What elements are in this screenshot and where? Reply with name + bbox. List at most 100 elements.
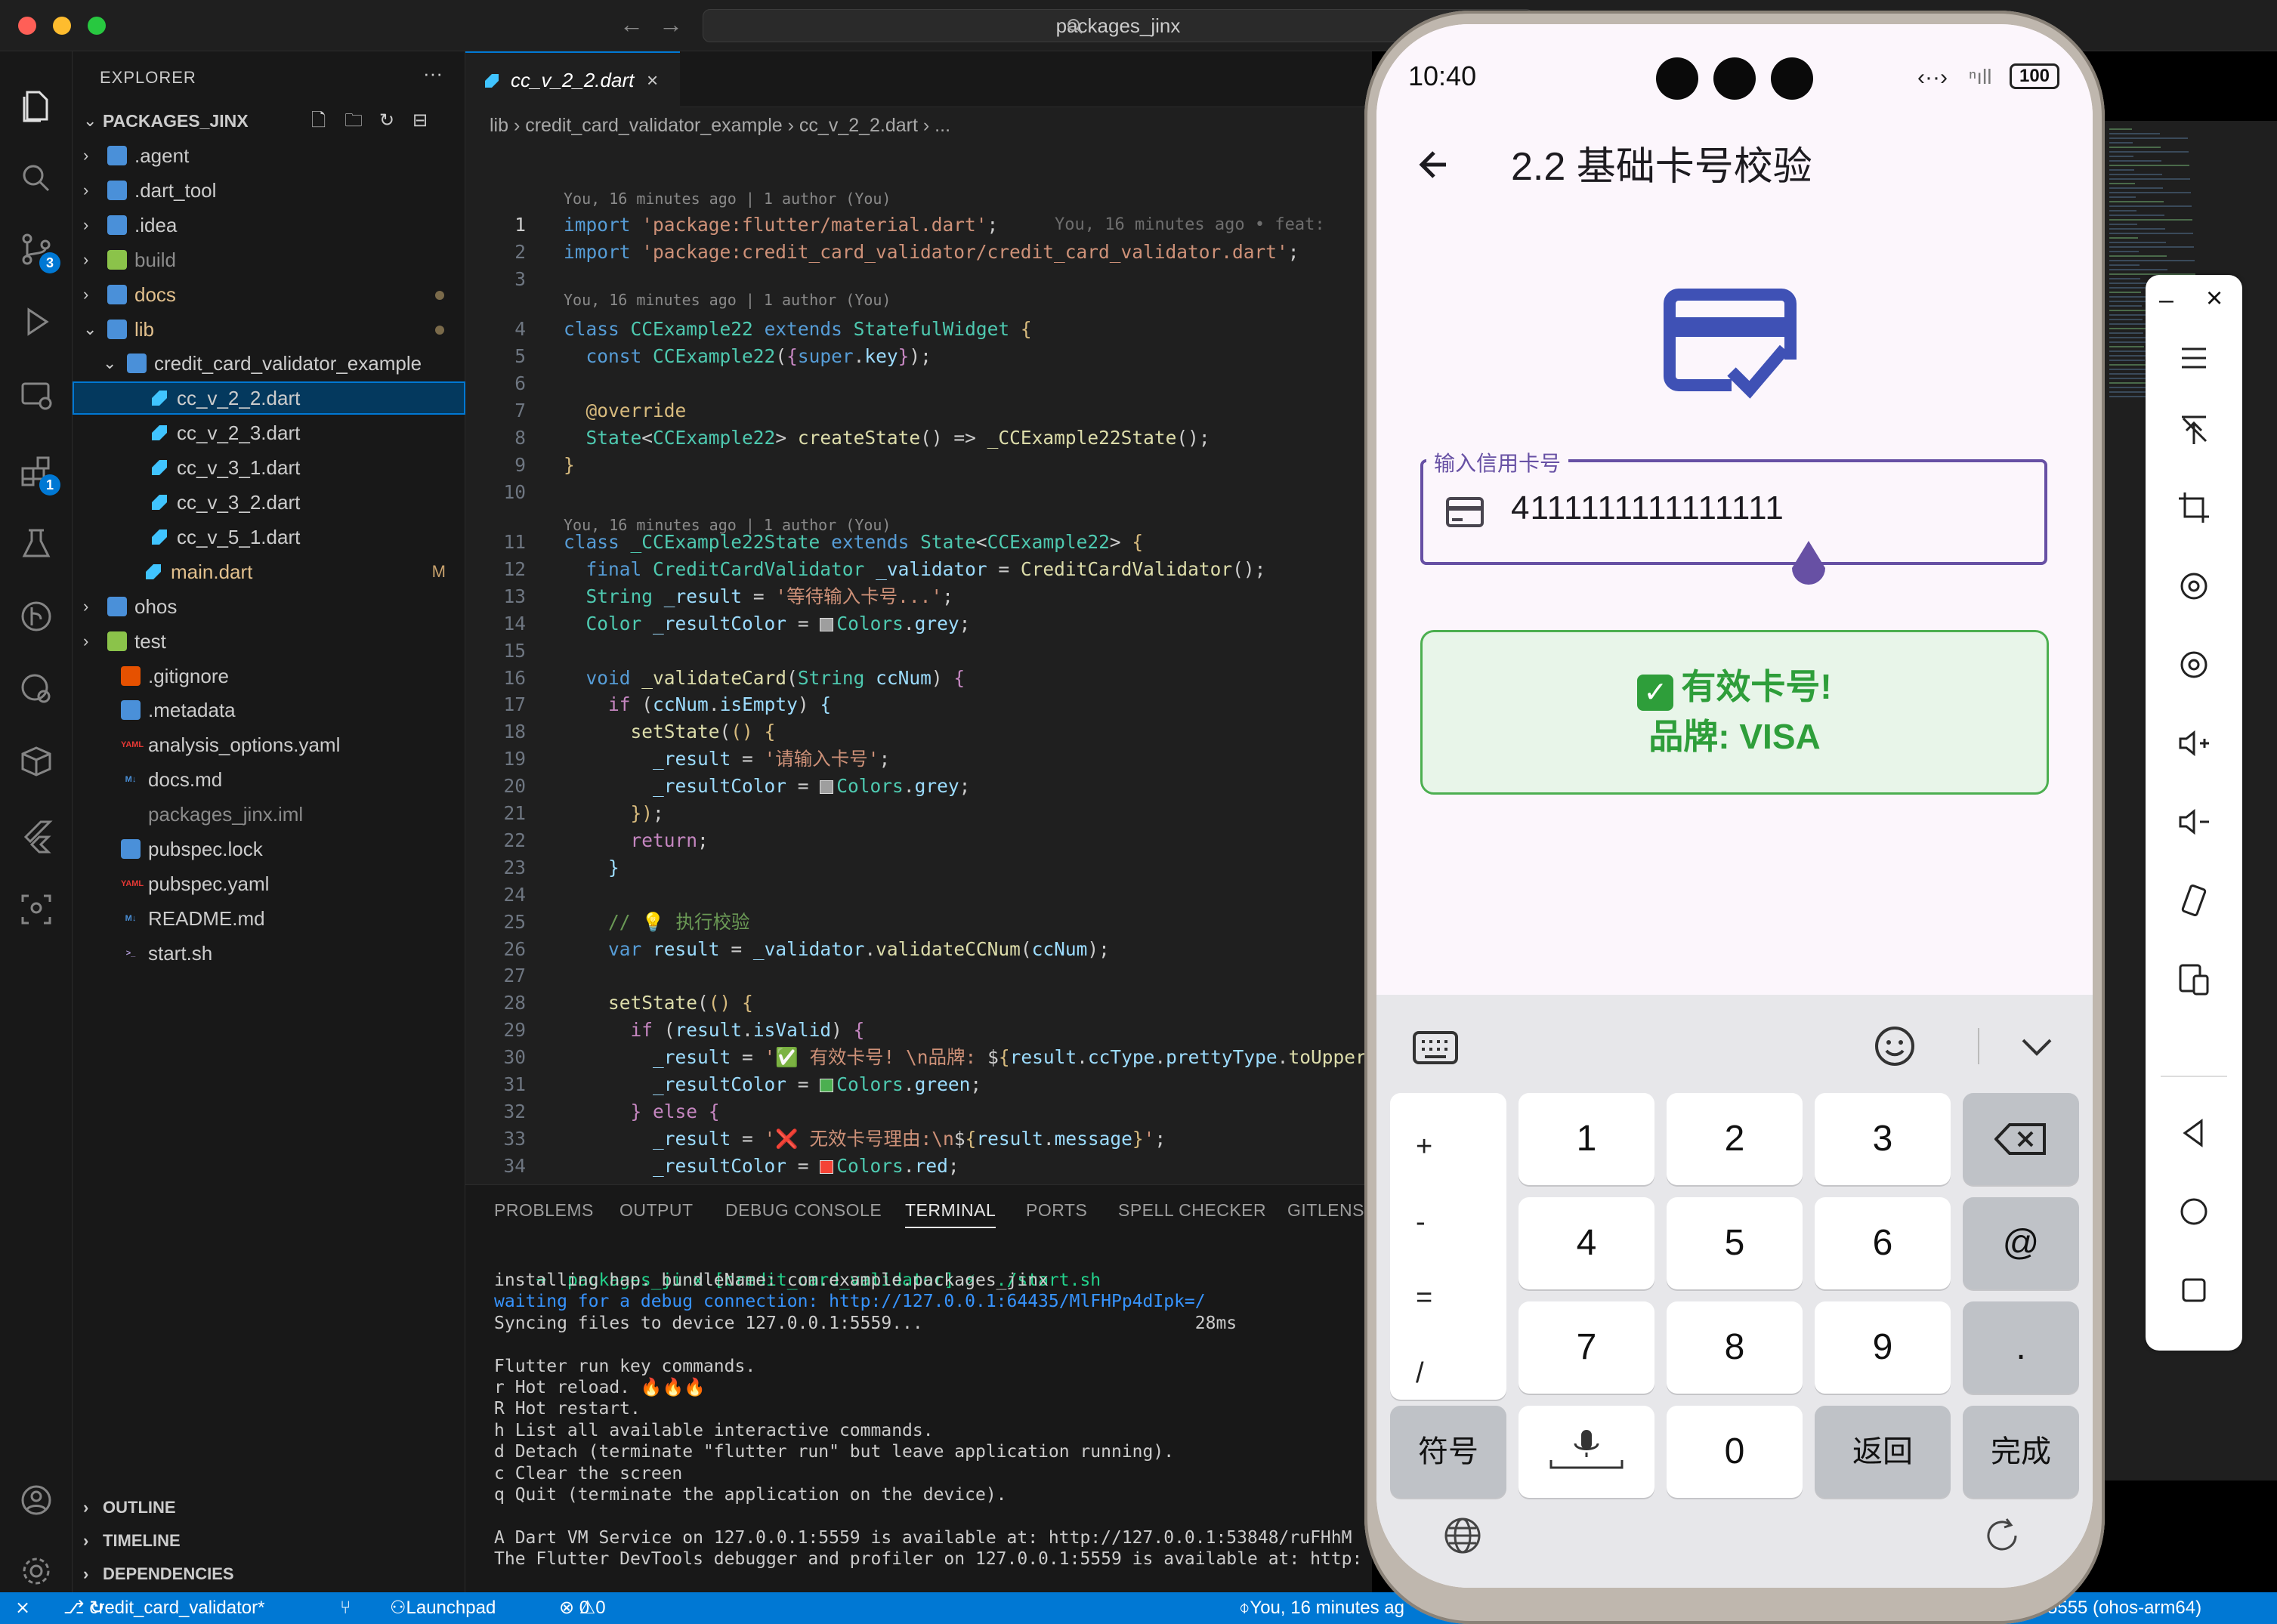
forward-arrow-icon[interactable]: → xyxy=(659,11,683,39)
explorer-icon[interactable] xyxy=(17,86,56,125)
remote-indicator-icon[interactable]: ⨯ xyxy=(15,1592,30,1624)
tree-item--metadata[interactable]: .metadata xyxy=(73,693,465,727)
flutter-icon[interactable] xyxy=(17,816,56,855)
zoom-window-button[interactable] xyxy=(88,17,106,35)
scan-icon[interactable] xyxy=(17,890,56,929)
tree-item-cc-v-3-2-dart[interactable]: cc_v_3_2.dart xyxy=(73,486,465,519)
key-equals[interactable]: = xyxy=(1416,1282,1432,1314)
code-line[interactable]: 12 final CreditCardValidator _validator … xyxy=(465,556,1372,583)
close-window-button[interactable] xyxy=(18,17,36,35)
key-dot[interactable]: . xyxy=(1963,1301,2079,1394)
close-tab-icon[interactable]: × xyxy=(647,53,658,107)
tree-item-test[interactable]: › test xyxy=(73,625,465,658)
tree-item-main-dart[interactable]: main.dart M xyxy=(73,555,465,588)
pin-top-icon[interactable] xyxy=(2173,408,2215,450)
code-line[interactable]: 31 _resultColor = Colors.green; xyxy=(465,1071,1372,1098)
code-line[interactable]: 19 _result = '请输入卡号'; xyxy=(465,746,1372,773)
timeline-section[interactable]: › TIMELINE xyxy=(73,1524,465,1558)
tab-debug-console[interactable]: DEBUG CONSOLE xyxy=(725,1200,882,1221)
blame-status[interactable]: ⌽ You, 16 minutes ag xyxy=(1239,1592,1404,1624)
code-line[interactable]: 23 } xyxy=(465,854,1372,881)
gitlens-icon[interactable] xyxy=(17,669,56,709)
outline-section[interactable]: › OUTLINE xyxy=(73,1491,465,1524)
backspace-key[interactable] xyxy=(1963,1093,2079,1185)
key-2[interactable]: 2 xyxy=(1667,1093,1803,1185)
code-line[interactable]: 26 var result = _validator.validateCCNum… xyxy=(465,936,1372,963)
key-4[interactable]: 4 xyxy=(1519,1197,1654,1289)
code-line[interactable]: 7 @override xyxy=(465,397,1372,425)
new-folder-icon[interactable]: 🗀 xyxy=(344,104,363,137)
code-line[interactable]: 21 }); xyxy=(465,800,1372,827)
back-arrow-icon[interactable] xyxy=(1413,142,1458,187)
git-graph-icon[interactable] xyxy=(17,597,56,636)
code-line[interactable]: 17 if (ccNum.isEmpty) { xyxy=(465,691,1372,718)
source-control-icon[interactable]: 3 xyxy=(17,230,60,273)
tree-item--gitignore[interactable]: .gitignore xyxy=(73,659,465,693)
code-line[interactable]: 15 xyxy=(465,638,1372,665)
rotate-left-icon[interactable] xyxy=(2173,565,2215,607)
tree-item-build[interactable]: › build xyxy=(73,243,465,276)
key-plus[interactable]: + xyxy=(1416,1131,1432,1163)
code-line[interactable]: 25 // 💡 执行校验 xyxy=(465,909,1372,936)
testing-icon[interactable] xyxy=(17,524,56,563)
code-line[interactable]: 4 class CCExample22 extends StatefulWidge… xyxy=(465,316,1372,343)
code-line[interactable]: 22 return; xyxy=(465,827,1372,854)
code-line[interactable]: 5 const CCExample22({super.key}); xyxy=(465,343,1372,370)
code-line[interactable]: 2 import 'package:credit_card_validator/c… xyxy=(465,239,1372,266)
tab-terminal[interactable]: TERMINAL xyxy=(905,1200,996,1228)
new-file-icon[interactable]: 🗋 xyxy=(311,104,326,137)
git-graph-status-icon[interactable]: ⑂ xyxy=(340,1592,351,1624)
key-1[interactable]: 1 xyxy=(1519,1093,1654,1185)
key-6[interactable]: 6 xyxy=(1815,1197,1951,1289)
dependencies-section[interactable]: › DEPENDENCIES xyxy=(73,1558,465,1591)
workspace-root[interactable]: ⌄ PACKAGES_JINX 🗋 🗀 ↻ ⊟ xyxy=(73,104,465,137)
multi-device-icon[interactable] xyxy=(2173,958,2215,1000)
key-7[interactable]: 7 xyxy=(1519,1301,1654,1394)
search-icon[interactable] xyxy=(17,159,56,198)
code-line[interactable]: 18 setState(() { xyxy=(465,718,1372,746)
tab-spell-checker[interactable]: SPELL CHECKER xyxy=(1118,1200,1266,1221)
code-line[interactable]: 1 import 'package:flutter/material.dart';… xyxy=(465,211,1372,239)
volume-up-icon[interactable] xyxy=(2173,722,2215,764)
rotate-icon[interactable] xyxy=(1981,1514,2023,1557)
tree-item-ohos[interactable]: › ohos xyxy=(73,590,465,623)
tree-item-cc-v-2-2-dart[interactable]: cc_v_2_2.dart xyxy=(73,381,465,415)
codelens-blame[interactable]: You, 16 minutes ago | 1 author (You) xyxy=(564,187,891,210)
more-actions-icon[interactable]: ··· xyxy=(423,62,443,85)
keyboard-icon[interactable] xyxy=(1411,1025,1460,1067)
minimize-window-button[interactable] xyxy=(53,17,71,35)
code-line[interactable]: 6 xyxy=(465,370,1372,397)
extensions-icon[interactable]: 1 xyxy=(17,452,60,496)
tree-item-docs-md[interactable]: M↓ docs.md xyxy=(73,763,465,796)
tree-item-cc-v-2-3-dart[interactable]: cc_v_2_3.dart xyxy=(73,416,465,449)
tree-item-cc-v-5-1-dart[interactable]: cc_v_5_1.dart xyxy=(73,520,465,554)
tree-item-pubspec-yaml[interactable]: YAML pubspec.yaml xyxy=(73,867,465,900)
tree-item--dart-tool[interactable]: › .dart_tool xyxy=(73,174,465,207)
tree-item-lib[interactable]: ⌄ lib xyxy=(73,313,465,346)
tree-item-credit-card-validator-example[interactable]: ⌄ credit_card_validator_example xyxy=(73,347,465,380)
code-line[interactable]: 27 xyxy=(465,962,1372,990)
breadcrumb[interactable]: lib › credit_card_validator_example › cc… xyxy=(490,109,950,142)
tree-item-packages-jinx-iml[interactable]: packages_jinx.iml xyxy=(73,798,465,831)
crop-icon[interactable] xyxy=(2173,486,2215,529)
packages-icon[interactable] xyxy=(17,742,56,781)
tree-item-analysis-options-yaml[interactable]: YAML analysis_options.yaml xyxy=(73,728,465,761)
codelens-blame[interactable]: You, 16 minutes ago | 1 author (You) xyxy=(564,289,891,311)
tree-item-cc-v-3-1-dart[interactable]: cc_v_3_1.dart xyxy=(73,451,465,484)
shake-icon[interactable] xyxy=(2173,879,2215,922)
code-line[interactable]: 14 Color _resultColor = Colors.grey; xyxy=(465,610,1372,638)
key-slash[interactable]: / xyxy=(1416,1357,1424,1390)
remote-explorer-icon[interactable] xyxy=(17,376,56,415)
tree-item-readme-md[interactable]: M↓ README.md xyxy=(73,902,465,935)
key-at[interactable]: @ xyxy=(1963,1197,2079,1289)
code-line[interactable]: 28 setState(() { xyxy=(465,990,1372,1017)
code-line[interactable]: 13 String _result = '等待输入卡号...'; xyxy=(465,583,1372,610)
problems-status[interactable]: ⊗ 0 ⚠ 0 xyxy=(559,1592,606,1624)
nav-recents-icon[interactable] xyxy=(2173,1269,2215,1311)
back-arrow-icon[interactable]: ← xyxy=(619,11,644,39)
tree-item--agent[interactable]: › .agent xyxy=(73,139,465,172)
voice-space-key[interactable] xyxy=(1519,1406,1654,1498)
codelens-blame[interactable]: You, 16 minutes ago | 1 author (You) xyxy=(564,514,891,536)
code-line[interactable]: 20 _resultColor = Colors.grey; xyxy=(465,773,1372,800)
code-line[interactable]: 16 void _validateCard(String ccNum) { xyxy=(465,665,1372,692)
